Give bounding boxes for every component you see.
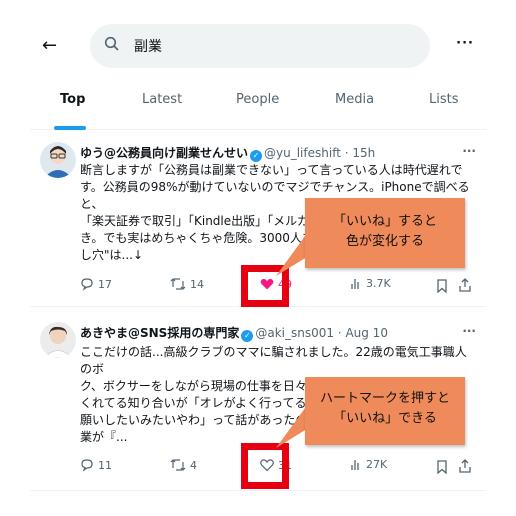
callout-text: ハートマークを押すと [319, 391, 450, 406]
views-icon [351, 459, 359, 470]
callout-text: 「いいね」すると [332, 214, 437, 229]
tweet-more-icon[interactable]: ··· [462, 144, 476, 158]
search-query: 副業 [134, 39, 162, 55]
view-count: 3.7K [366, 277, 391, 290]
search-box[interactable]: 副業 [90, 24, 430, 68]
views-icon [351, 278, 359, 289]
more-options-icon[interactable]: ··· [456, 36, 474, 51]
back-arrow-icon[interactable]: ← [42, 36, 57, 56]
avatar[interactable] [40, 142, 76, 178]
search-tabs: Top Latest People Media Lists [30, 80, 486, 130]
author-name[interactable]: あきやま@SNS採用の専門家 [80, 326, 239, 340]
callout-text: 「いいね」できる [333, 411, 437, 426]
tweet-line: 断言しますが「公務員は副業できない」って言っている人は時代遅れで [80, 163, 463, 177]
tab-top[interactable]: Top [60, 92, 85, 107]
reply-icon [81, 459, 93, 472]
reply-button[interactable]: 17 [80, 277, 112, 291]
bookmark-icon[interactable] [436, 279, 448, 293]
views-button[interactable]: 27K [350, 458, 387, 471]
avatar[interactable] [40, 322, 76, 358]
tab-media[interactable]: Media [335, 92, 374, 107]
verified-badge-icon: ✓ [250, 150, 263, 162]
reply-button[interactable]: 11 [80, 458, 112, 472]
view-count: 27K [366, 458, 388, 471]
bookmark-icon[interactable] [436, 460, 448, 474]
verified-badge-icon: ✓ [241, 330, 254, 342]
tweet-more-icon[interactable]: ··· [462, 324, 476, 338]
share-icon[interactable] [458, 459, 472, 473]
retweet-button[interactable]: 14 [170, 277, 204, 291]
tab-people[interactable]: People [236, 92, 279, 107]
author-handle[interactable]: @aki_sns001 · Aug 10 [255, 326, 388, 340]
tweet-header: あきやま@SNS採用の専門家 ✓ @aki_sns001 · Aug 10 [80, 324, 388, 342]
retweet-icon [170, 278, 186, 290]
tab-latest[interactable]: Latest [142, 92, 182, 107]
reply-count: 11 [98, 458, 112, 472]
top-bar: ← 副業 ··· [30, 0, 486, 80]
tweet-header: ゆう@公務員向け副業せんせい ✓ @yu_lifeshift · 15h [80, 144, 375, 162]
reply-icon [81, 278, 93, 291]
tab-lists[interactable]: Lists [429, 92, 459, 107]
share-icon[interactable] [458, 278, 472, 292]
views-button[interactable]: 3.7K [350, 277, 391, 290]
retweet-count: 14 [190, 277, 204, 291]
reply-count: 17 [98, 277, 112, 291]
retweet-count: 4 [190, 458, 197, 472]
author-name[interactable]: ゆう@公務員向け副業せんせい [80, 146, 248, 160]
annotation-callout: ハートマークを押すと 「いいね」できる [305, 377, 465, 445]
retweet-icon [170, 459, 186, 471]
author-handle[interactable]: @yu_lifeshift · 15h [264, 146, 375, 160]
tweet-line: ここだけの話...高級クラブのママに騙されました。22歳の電気工事職人のボ [80, 345, 467, 376]
callout-text: 色が変化する [345, 234, 424, 249]
annotation-callout: 「いいね」すると 色が変化する [305, 198, 465, 268]
search-icon [104, 36, 119, 51]
retweet-button[interactable]: 4 [170, 458, 197, 472]
active-tab-indicator [54, 126, 86, 130]
